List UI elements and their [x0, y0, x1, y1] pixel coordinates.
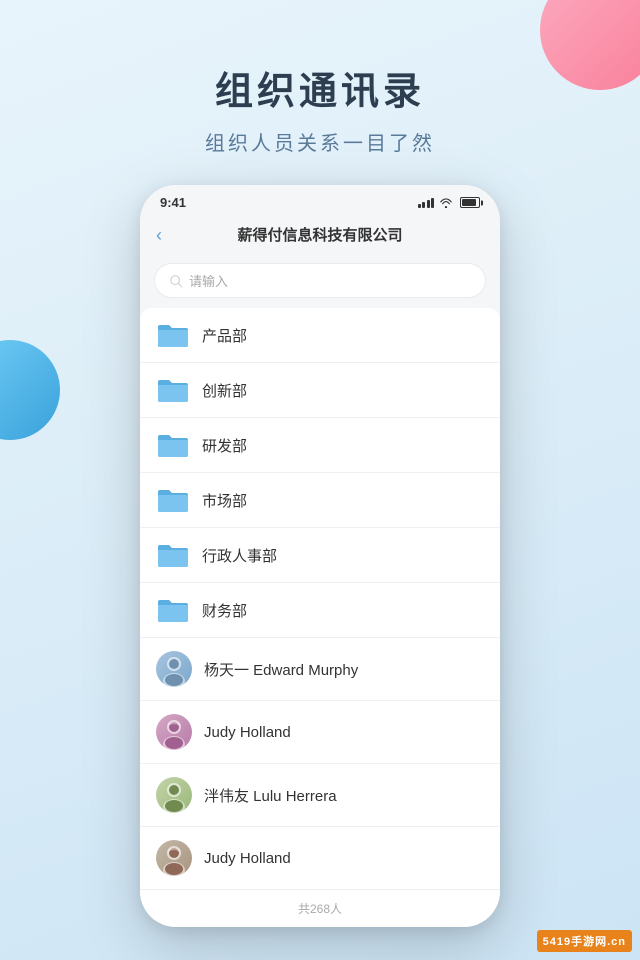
avatar [156, 714, 192, 750]
watermark: 5419手游网.cn [537, 930, 632, 952]
search-bar[interactable]: 请输入 [154, 263, 486, 298]
status-icons [418, 197, 481, 208]
contact-name-1: 杨天一 Edward Murphy [204, 659, 484, 680]
nav-bar: ‹ 薪得付信息科技有限公司 [140, 216, 500, 255]
page-subtitle: 组织人员关系一目了然 [0, 127, 640, 156]
decorative-circle-blue [0, 340, 60, 440]
folder-icon [156, 376, 190, 404]
dept-name-3: 研发部 [202, 435, 484, 456]
avatar [156, 651, 192, 687]
wifi-icon [440, 198, 452, 208]
signal-icon [418, 198, 435, 208]
avatar [156, 840, 192, 876]
contact-item[interactable]: Judy Holland [140, 701, 500, 764]
page-title: 组织通讯录 [0, 60, 640, 115]
dept-name-5: 行政人事部 [202, 545, 484, 566]
folder-icon [156, 431, 190, 459]
status-bar: 9:41 [140, 185, 500, 216]
list-item[interactable]: 行政人事部 [140, 528, 500, 583]
folder-icon [156, 321, 190, 349]
contact-name-3: 泮伟友 Lulu Herrera [204, 785, 484, 806]
folder-icon [156, 596, 190, 624]
list-item[interactable]: 产品部 [140, 308, 500, 363]
search-placeholder: 请输入 [189, 271, 228, 290]
count-text: 共268人 [298, 902, 342, 916]
dept-name-1: 产品部 [202, 325, 484, 346]
list-container: 产品部 创新部 研发部 市场部 [140, 308, 500, 927]
folder-icon [156, 486, 190, 514]
avatar [156, 777, 192, 813]
status-time: 9:41 [160, 195, 186, 210]
folder-icon [156, 541, 190, 569]
contact-item[interactable]: 杨天一 Edward Murphy [140, 638, 500, 701]
list-item[interactable]: 市场部 [140, 473, 500, 528]
dept-name-2: 创新部 [202, 380, 484, 401]
list-item[interactable]: 创新部 [140, 363, 500, 418]
contact-name-4: Judy Holland [204, 850, 484, 867]
dept-name-4: 市场部 [202, 490, 484, 511]
footer-count: 共268人 [140, 890, 500, 927]
nav-title: 薪得付信息科技有限公司 [237, 224, 402, 245]
back-button[interactable]: ‹ [156, 226, 162, 244]
dept-name-6: 财务部 [202, 600, 484, 621]
list-item[interactable]: 财务部 [140, 583, 500, 638]
contact-item[interactable]: Judy Holland [140, 827, 500, 890]
phone-mockup: 9:41 ‹ 薪得付信息科技有限公司 请输入 [140, 185, 500, 927]
list-item[interactable]: 研发部 [140, 418, 500, 473]
contact-item[interactable]: 泮伟友 Lulu Herrera [140, 764, 500, 827]
contact-name-2: Judy Holland [204, 724, 484, 741]
battery-icon [460, 197, 480, 208]
search-icon [169, 274, 183, 288]
